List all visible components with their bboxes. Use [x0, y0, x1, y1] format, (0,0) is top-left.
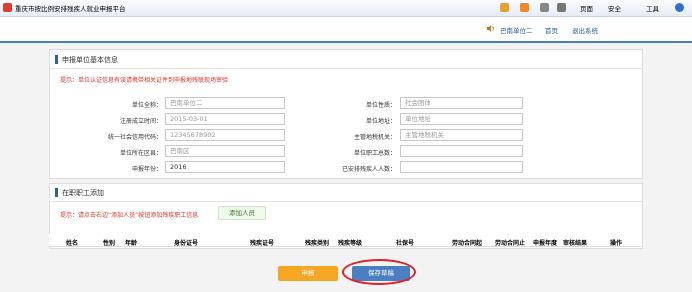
- col-declare-year: 申报年度: [533, 240, 558, 247]
- company-name-label: 单位全称：: [131, 102, 162, 109]
- add-person-button[interactable]: 添加人员: [218, 206, 266, 220]
- section-marker: [55, 55, 58, 64]
- tax-authority-field[interactable]: 主管地税机关: [400, 129, 523, 141]
- employee-total-field[interactable]: [400, 145, 523, 157]
- company-name-field[interactable]: 巴南单位二: [165, 97, 285, 109]
- col-disability-type: 残疾类别: [305, 240, 330, 247]
- highlight-circle: [342, 259, 416, 285]
- speaker-icon: [487, 25, 495, 32]
- browser-tab-title[interactable]: 重庆市按比例安排残疾人就业申报平台: [15, 3, 126, 13]
- company-address-field[interactable]: 单位地址: [400, 113, 523, 125]
- col-gender: 性别: [103, 240, 116, 247]
- disabled-count-label: 已安排残疾人人数：: [341, 166, 396, 173]
- employee-section-title: 在职职工添加: [62, 189, 104, 197]
- credit-code-label: 统一社会信用代码：: [107, 134, 162, 141]
- tax-authority-label: 主管地税机关：: [353, 134, 396, 141]
- col-actions: 操作: [610, 240, 623, 247]
- registration-date-field[interactable]: 2015-03-01: [165, 113, 285, 125]
- page-menu[interactable]: 页面: [580, 3, 593, 13]
- safety-menu[interactable]: 安全: [608, 3, 621, 13]
- tools-menu[interactable]: 工具: [646, 3, 659, 13]
- col-name: 姓名: [66, 240, 79, 247]
- current-user-label: 巴南单位二: [500, 27, 533, 35]
- company-type-field[interactable]: 社会团体: [400, 97, 523, 109]
- help-icon[interactable]: [675, 3, 684, 12]
- district-label: 单位所在区县：: [119, 150, 162, 157]
- rss-feed-icon[interactable]: [520, 3, 529, 12]
- company-address-label: 单位地址：: [365, 118, 396, 125]
- employee-total-label: 单位职工总数：: [353, 150, 396, 157]
- col-contract-end: 劳动合同止: [495, 240, 526, 247]
- col-social-security: 社保号: [396, 240, 415, 247]
- declare-year-label: 申报年份：: [131, 166, 162, 173]
- registration-date-label: 注册成立时间：: [119, 118, 162, 125]
- mail-icon[interactable]: [540, 3, 549, 12]
- home-icon[interactable]: [500, 3, 509, 12]
- logout-link[interactable]: 退出系统: [572, 25, 598, 35]
- site-favicon-icon: [3, 3, 12, 12]
- district-field[interactable]: 巴南区: [165, 145, 285, 157]
- print-icon[interactable]: [557, 3, 566, 12]
- disabled-count-field[interactable]: [400, 161, 523, 173]
- col-disability-cert: 残疾证号: [250, 240, 275, 247]
- employee-hint: 提示：请点击右边“添加人员”按钮添加残疾职工信息: [60, 212, 199, 219]
- home-link[interactable]: 首页: [545, 25, 558, 35]
- credit-code-field[interactable]: 12345678902: [165, 129, 285, 141]
- divider: [49, 68, 643, 69]
- basic-info-title: 申报单位基本信息: [62, 56, 118, 64]
- col-disability-level: 残疾等级: [338, 240, 363, 247]
- divider: [49, 201, 643, 202]
- col-id-number: 身份证号: [174, 240, 199, 247]
- section-marker: [55, 188, 58, 197]
- col-contract-start: 劳动合同起: [452, 240, 483, 247]
- company-type-label: 单位性质：: [365, 102, 396, 109]
- basic-info-hint: 提示：单位认证信息有误请携带相关证件到申报地残联现场审验: [60, 77, 229, 84]
- submit-button[interactable]: 申报: [278, 266, 338, 281]
- col-age: 年龄: [125, 240, 138, 247]
- col-review-result: 审核结果: [563, 240, 588, 247]
- declare-year-field[interactable]: 2016: [165, 161, 285, 173]
